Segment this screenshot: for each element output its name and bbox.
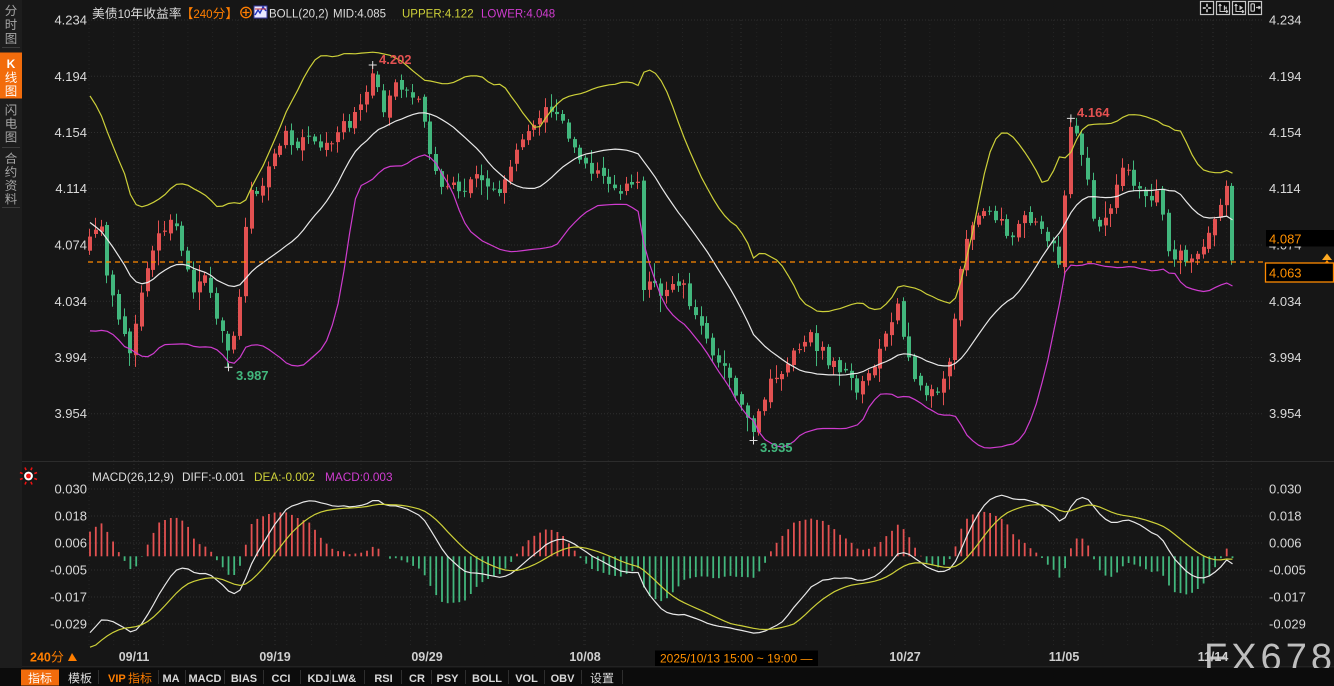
svg-text:-0.029: -0.029 [1269,617,1306,632]
svg-text:3.994: 3.994 [1269,350,1302,365]
svg-text:DEA:-0.002: DEA:-0.002 [254,470,315,484]
svg-text:10/08: 10/08 [569,650,600,664]
svg-text:3.954: 3.954 [1269,406,1302,421]
svg-text:UPPER:4.122: UPPER:4.122 [402,9,474,21]
svg-text:0.006: 0.006 [54,536,87,551]
svg-text:0.018: 0.018 [1269,509,1302,524]
svg-text:MACD:0.003: MACD:0.003 [325,470,393,484]
svg-text:CR: CR [409,673,425,685]
svg-text:K: K [7,57,16,71]
svg-text:KDJ: KDJ [307,673,329,685]
svg-text:DIFF:-0.001: DIFF:-0.001 [182,470,245,484]
svg-text:3.987: 3.987 [236,368,269,383]
svg-text:0.006: 0.006 [1269,536,1302,551]
svg-text:4.234: 4.234 [54,13,87,28]
svg-text:BOLL(20,2): BOLL(20,2) [269,9,329,21]
svg-text:4.164: 4.164 [1077,105,1110,120]
svg-text:4.074: 4.074 [54,238,87,253]
svg-text:VIP: VIP [108,673,126,685]
svg-text:3.994: 3.994 [54,350,87,365]
svg-text:CCI: CCI [272,673,291,685]
svg-text:4.154: 4.154 [1269,125,1302,140]
svg-text:LW&: LW& [332,673,356,685]
svg-text:09/29: 09/29 [411,650,442,664]
svg-text:240: 240 [193,9,212,21]
svg-text:4.114: 4.114 [55,181,87,196]
svg-text:4.087: 4.087 [1269,232,1302,247]
svg-text:11/05: 11/05 [1049,650,1080,664]
svg-text:3.954: 3.954 [54,406,87,421]
svg-text:-0.029: -0.029 [50,617,87,632]
svg-text:0.030: 0.030 [1269,482,1302,497]
svg-text:4.034: 4.034 [54,294,87,309]
svg-text:-0.017: -0.017 [1269,590,1306,605]
svg-text:4.154: 4.154 [54,125,87,140]
svg-text:10/27: 10/27 [889,650,920,664]
svg-text:4.234: 4.234 [1269,13,1302,28]
svg-text:MACD: MACD [189,673,222,685]
svg-text:240: 240 [30,651,51,665]
svg-text:-0.017: -0.017 [50,590,87,605]
svg-text:09/19: 09/19 [259,650,290,664]
svg-text:2025/10/13 15:00 ~ 19:00 —: 2025/10/13 15:00 ~ 19:00 — [660,652,812,666]
svg-text:PSY: PSY [436,673,459,685]
svg-text:4.114: 4.114 [1269,181,1301,196]
svg-text:10: 10 [118,9,131,21]
svg-text:MA: MA [162,673,179,685]
svg-text:VOL: VOL [515,673,538,685]
svg-text:4.063: 4.063 [1269,266,1302,281]
svg-text:MID:4.085: MID:4.085 [333,9,386,21]
svg-text:09/11: 09/11 [119,650,150,664]
svg-text:3.935: 3.935 [760,440,793,455]
svg-text:0.018: 0.018 [54,509,87,524]
svg-text:RSI: RSI [374,673,392,685]
svg-text:MACD(26,12,9): MACD(26,12,9) [92,470,174,484]
svg-text:4.194: 4.194 [54,69,87,84]
svg-text:0.030: 0.030 [54,482,87,497]
svg-text:LOWER:4.048: LOWER:4.048 [481,9,555,21]
svg-text:BOLL: BOLL [472,673,502,685]
svg-text:4.034: 4.034 [1269,294,1302,309]
svg-text:4.194: 4.194 [1269,69,1302,84]
svg-text:OBV: OBV [551,673,576,685]
svg-text:4.202: 4.202 [379,52,412,67]
svg-text:-0.005: -0.005 [1269,563,1306,578]
svg-text:BIAS: BIAS [231,673,257,685]
svg-text:-0.005: -0.005 [50,563,87,578]
